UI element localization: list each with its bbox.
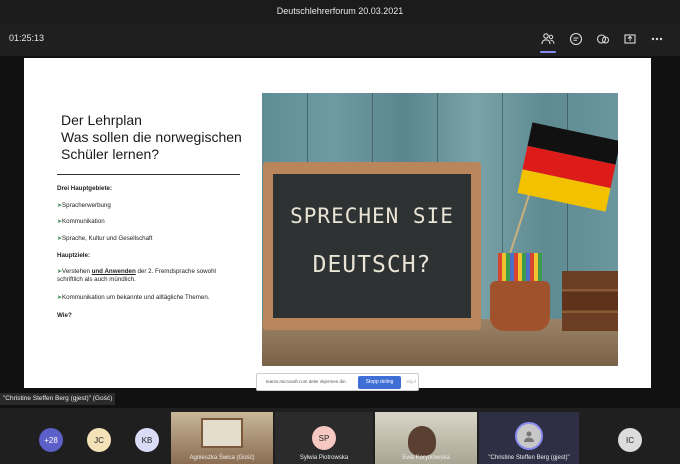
avatar[interactable]: KB [135, 428, 159, 452]
participant-video-tile[interactable]: Agnieszka Świca (Gość) [171, 412, 273, 464]
slide-title-line-1: Der Lehrplan [61, 112, 142, 128]
bullet-item: ➤Kommunikation [57, 218, 105, 226]
german-flag [517, 122, 618, 212]
participant-gallery: +28 JC KB Agnieszka Świca (Gość) SP Sylw… [0, 412, 680, 464]
chalk-text-line-1: SPRECHEN SIE [290, 204, 454, 228]
participant-person [408, 426, 436, 456]
slide-title: Der Lehrplan Was sollen die norwegischen… [61, 112, 261, 163]
shared-screen-stage: Der Lehrplan Was sollen die norwegischen… [0, 56, 680, 408]
bullet-emphasis: und Anwenden [91, 268, 136, 275]
chalkboard: SPRECHEN SIE DEUTSCH? [263, 162, 481, 330]
bullet-item: ➤Verstehen und Anwenden der 2. Fremdspra… [57, 268, 216, 284]
participant-tile[interactable]: SP Sylwia Piotrowska [275, 412, 373, 464]
bullet-item: ➤Sprache, Kultur und Gesellschaft [57, 235, 153, 243]
participant-name: Ewa Korytkowska [402, 455, 450, 461]
avatar [515, 422, 543, 450]
pencil-pot [490, 281, 550, 331]
participant-tile-active[interactable]: "Christine Steffen Berg (gjest)" [479, 412, 579, 464]
more-icon[interactable] [647, 29, 667, 49]
section-heading-1: Drei Hauptgebiete: [57, 185, 113, 192]
chalkboard-surface: SPRECHEN SIE DEUTSCH? [273, 174, 471, 318]
flag-pole [508, 189, 532, 257]
slide-title-line-3: Schüler lernen? [61, 146, 160, 162]
window-in-video [201, 418, 243, 448]
share-tray-icon[interactable] [620, 29, 640, 49]
bullet-text: schriftlich als auch mündlich. [57, 276, 136, 283]
hide-share-bar-button[interactable]: Skjul [406, 379, 416, 384]
bullet-text: Sprache, Kultur und Gesellschaft [62, 235, 153, 242]
bullet-item: ➤Kommunikation um bekannte und alltäglic… [57, 294, 209, 302]
window-title: Deutschlehrerforum 20.03.2021 [276, 6, 404, 16]
call-timer: 01:25:13 [9, 33, 45, 43]
participant-name: Sylwia Piotrowska [299, 455, 349, 461]
bullet-text: Kommunikation [62, 218, 105, 225]
title-bar: Deutschlehrerforum 20.03.2021 [0, 0, 680, 24]
presentation-slide: Der Lehrplan Was sollen die norwegischen… [24, 58, 651, 388]
person-icon [524, 431, 534, 442]
chat-icon[interactable] [566, 29, 586, 49]
rooms-icon[interactable] [593, 29, 613, 49]
avatar[interactable]: JC [87, 428, 111, 452]
presenter-name-label: "Christine Steffen Berg (gjest)" (Gość) [0, 393, 116, 405]
participant-video-tile[interactable]: Ewa Korytkowska [375, 412, 477, 464]
slide-photo: SPRECHEN SIE DEUTSCH? [262, 93, 618, 366]
slide-title-line-2: Was sollen die norwegischen [61, 129, 242, 145]
screen-share-bar: teams.microsoft.com deler skjermen din. … [256, 373, 419, 391]
bullet-text: Verstehen [62, 268, 92, 275]
bullet-text: Spracherwerbung [62, 202, 111, 209]
participants-icon[interactable] [538, 29, 558, 53]
chalk-text-line-2: DEUTSCH? [312, 252, 432, 278]
share-notice: teams.microsoft.com deler skjermen din. [266, 379, 347, 384]
bullet-item: ➤Spracherwerbung [57, 202, 111, 210]
bullet-text: der 2. Fremdsprache sowohl [135, 268, 216, 275]
section-heading-2: Hauptziele: [57, 252, 91, 259]
participant-name: Agnieszka Świca (Gość) [189, 455, 255, 461]
avatar: SP [312, 426, 336, 450]
title-divider [57, 174, 240, 175]
overflow-participants-button[interactable]: +28 [39, 428, 63, 452]
participant-name: "Christine Steffen Berg (gjest)" [488, 455, 570, 461]
meeting-toolbar: 01:25:13 [0, 24, 680, 56]
section-heading-3: Wie? [57, 312, 72, 319]
avatar[interactable]: IC [618, 428, 642, 452]
colored-pencils [498, 253, 542, 283]
stacked-books [562, 271, 618, 331]
stop-sharing-button[interactable]: Stopp deling [358, 376, 401, 389]
bullet-text: Kommunikation um bekannte und alltäglich… [62, 294, 210, 301]
